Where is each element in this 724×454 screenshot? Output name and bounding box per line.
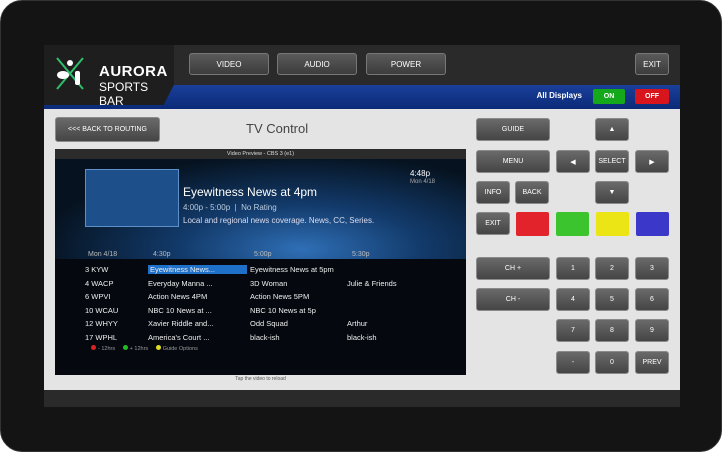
channel-name: 6 WPVI <box>85 292 111 301</box>
key-8[interactable]: 8 <box>595 319 629 342</box>
guide-row[interactable]: 17 WPHL America's Court ... black-ish black… <box>85 331 455 345</box>
arrow-left-icon: ◀ <box>570 158 576 166</box>
reload-hint: Tap the video to reload <box>235 376 286 382</box>
guide-clock: 4:48p <box>410 169 431 178</box>
guide-legend: - 12hrs + 12hrs Guide Options <box>85 345 198 352</box>
arrow-up-icon: ▲ <box>608 126 616 133</box>
nav-video-button[interactable]: VIDEO <box>189 53 269 75</box>
exit-button[interactable]: EXIT <box>635 53 669 75</box>
key-1[interactable]: 1 <box>556 257 590 280</box>
program-cell[interactable]: Xavier Riddle and... <box>148 319 243 328</box>
key-dash[interactable]: - <box>556 351 590 374</box>
sports-logo-icon <box>56 57 84 90</box>
key-6[interactable]: 6 <box>635 288 669 311</box>
guide-row[interactable]: 6 WPVI Action News 4PM Action News 5PM <box>85 290 455 304</box>
bottom-bar <box>44 390 680 407</box>
arrow-left-button[interactable]: ◀ <box>556 150 590 173</box>
show-description: Local and regional news coverage. News, … <box>183 216 375 225</box>
timeline-430: 4:30p <box>153 251 171 258</box>
prev-channel-button[interactable]: PREV <box>635 351 669 374</box>
guide-row[interactable]: 4 WACP Everyday Manna ... 3D Woman Julie & … <box>85 277 455 291</box>
program-cell[interactable]: Arthur <box>347 319 447 328</box>
touch-screen: AURORA SPORTS BAR VIDEO AUDIO POWER EXIT… <box>44 45 680 407</box>
key-3[interactable]: 3 <box>635 257 669 280</box>
key-7[interactable]: 7 <box>556 319 590 342</box>
info-button[interactable]: INFO <box>476 181 510 204</box>
guide-row[interactable]: 12 WHYY Xavier Riddle and... Odd Squad Arth… <box>85 317 455 331</box>
preview-header: Video Preview - CBS 3 (e1) <box>55 149 466 159</box>
red-button[interactable] <box>516 212 549 236</box>
legend-minus: - 12hrs <box>98 346 116 352</box>
program-cell[interactable]: Everyday Manna ... <box>148 279 243 288</box>
channel-name: 12 WHYY <box>85 319 118 328</box>
show-thumbnail <box>85 169 179 227</box>
page-title: TV Control <box>246 121 309 136</box>
blue-button[interactable] <box>636 212 669 236</box>
arrow-right-button[interactable]: ▶ <box>635 150 669 173</box>
channel-name: 17 WPHL <box>85 332 118 342</box>
show-time: 4:00p - 5:00p | No Rating <box>183 203 277 212</box>
key-2[interactable]: 2 <box>595 257 629 280</box>
arrow-right-icon: ▶ <box>649 158 655 166</box>
brand-logo: AURORA SPORTS BAR <box>44 45 174 105</box>
exit-remote-button[interactable]: EXIT <box>476 212 510 235</box>
guide-button[interactable]: GUIDE <box>476 118 550 141</box>
program-cell[interactable]: Eyewitness News... <box>148 265 247 274</box>
select-button[interactable]: SELECT <box>595 150 629 173</box>
guide-date: Mon 4/18 <box>410 179 436 185</box>
nav-power-button[interactable]: POWER <box>366 53 446 75</box>
brand-name: AURORA <box>99 63 168 80</box>
guide-row[interactable]: 10 WCAU NBC 10 News at ... NBC 10 News at … <box>85 304 455 318</box>
guide-row[interactable]: 3 KYW Eyewitness News... Eyewitness News a… <box>85 263 455 277</box>
show-time-range: 4:00p - 5:00p <box>183 203 231 212</box>
timeline-date: Mon 4/18 <box>88 251 118 258</box>
arrow-down-icon: ▼ <box>608 189 616 196</box>
channel-name: 10 WCAU <box>85 305 119 315</box>
program-cell[interactable]: black-ish <box>347 333 447 342</box>
nav-audio-button[interactable]: AUDIO <box>277 53 357 75</box>
program-cell[interactable]: black-ish <box>250 333 345 342</box>
arrow-down-button[interactable]: ▼ <box>595 181 629 204</box>
show-title: Eyewitness News at 4pm <box>183 185 318 199</box>
video-preview[interactable]: Video Preview - CBS 3 (e1) Eyewitness Ne… <box>55 149 466 375</box>
show-rating: No Rating <box>241 203 277 212</box>
menu-button[interactable]: MENU <box>476 150 550 173</box>
timeline-530: 5:30p <box>352 251 370 258</box>
all-displays-label: All Displays <box>536 91 582 100</box>
brand-subtitle: SPORTS BAR <box>99 80 149 108</box>
program-cell[interactable]: 3D Woman <box>250 279 345 288</box>
yellow-button[interactable] <box>596 212 629 236</box>
displays-off-button[interactable]: OFF <box>635 89 669 104</box>
key-5[interactable]: 5 <box>595 288 629 311</box>
key-0[interactable]: 0 <box>595 351 629 374</box>
displays-on-button[interactable]: ON <box>593 89 625 104</box>
program-cell[interactable]: Action News 5PM <box>250 292 345 301</box>
legend-options: Guide Options <box>162 346 198 352</box>
channel-name: 3 KYW <box>85 265 109 274</box>
arrow-up-button[interactable]: ▲ <box>595 118 629 141</box>
timeline-500: 5:00p <box>254 251 272 258</box>
key-9[interactable]: 9 <box>635 319 669 342</box>
program-cell[interactable]: America's Court ... <box>148 333 243 342</box>
program-cell[interactable]: Action News 4PM <box>148 292 243 301</box>
channel-down-button[interactable]: CH - <box>476 288 550 311</box>
program-cell[interactable]: NBC 10 News at 5p <box>250 306 345 315</box>
program-cell[interactable]: Julie & Friends <box>347 279 447 288</box>
program-cell[interactable]: NBC 10 News at ... <box>148 306 243 315</box>
back-button[interactable]: BACK <box>515 181 549 204</box>
channel-name: 4 WACP <box>85 278 114 288</box>
green-button[interactable] <box>556 212 589 236</box>
key-4[interactable]: 4 <box>556 288 590 311</box>
channel-up-button[interactable]: CH + <box>476 257 550 280</box>
back-to-routing-button[interactable]: <<< BACK TO ROUTING <box>55 117 160 142</box>
legend-plus: + 12hrs <box>129 346 149 352</box>
program-cell[interactable]: Odd Squad <box>250 319 345 328</box>
program-cell[interactable]: Eyewitness News at 5pm <box>250 265 345 274</box>
